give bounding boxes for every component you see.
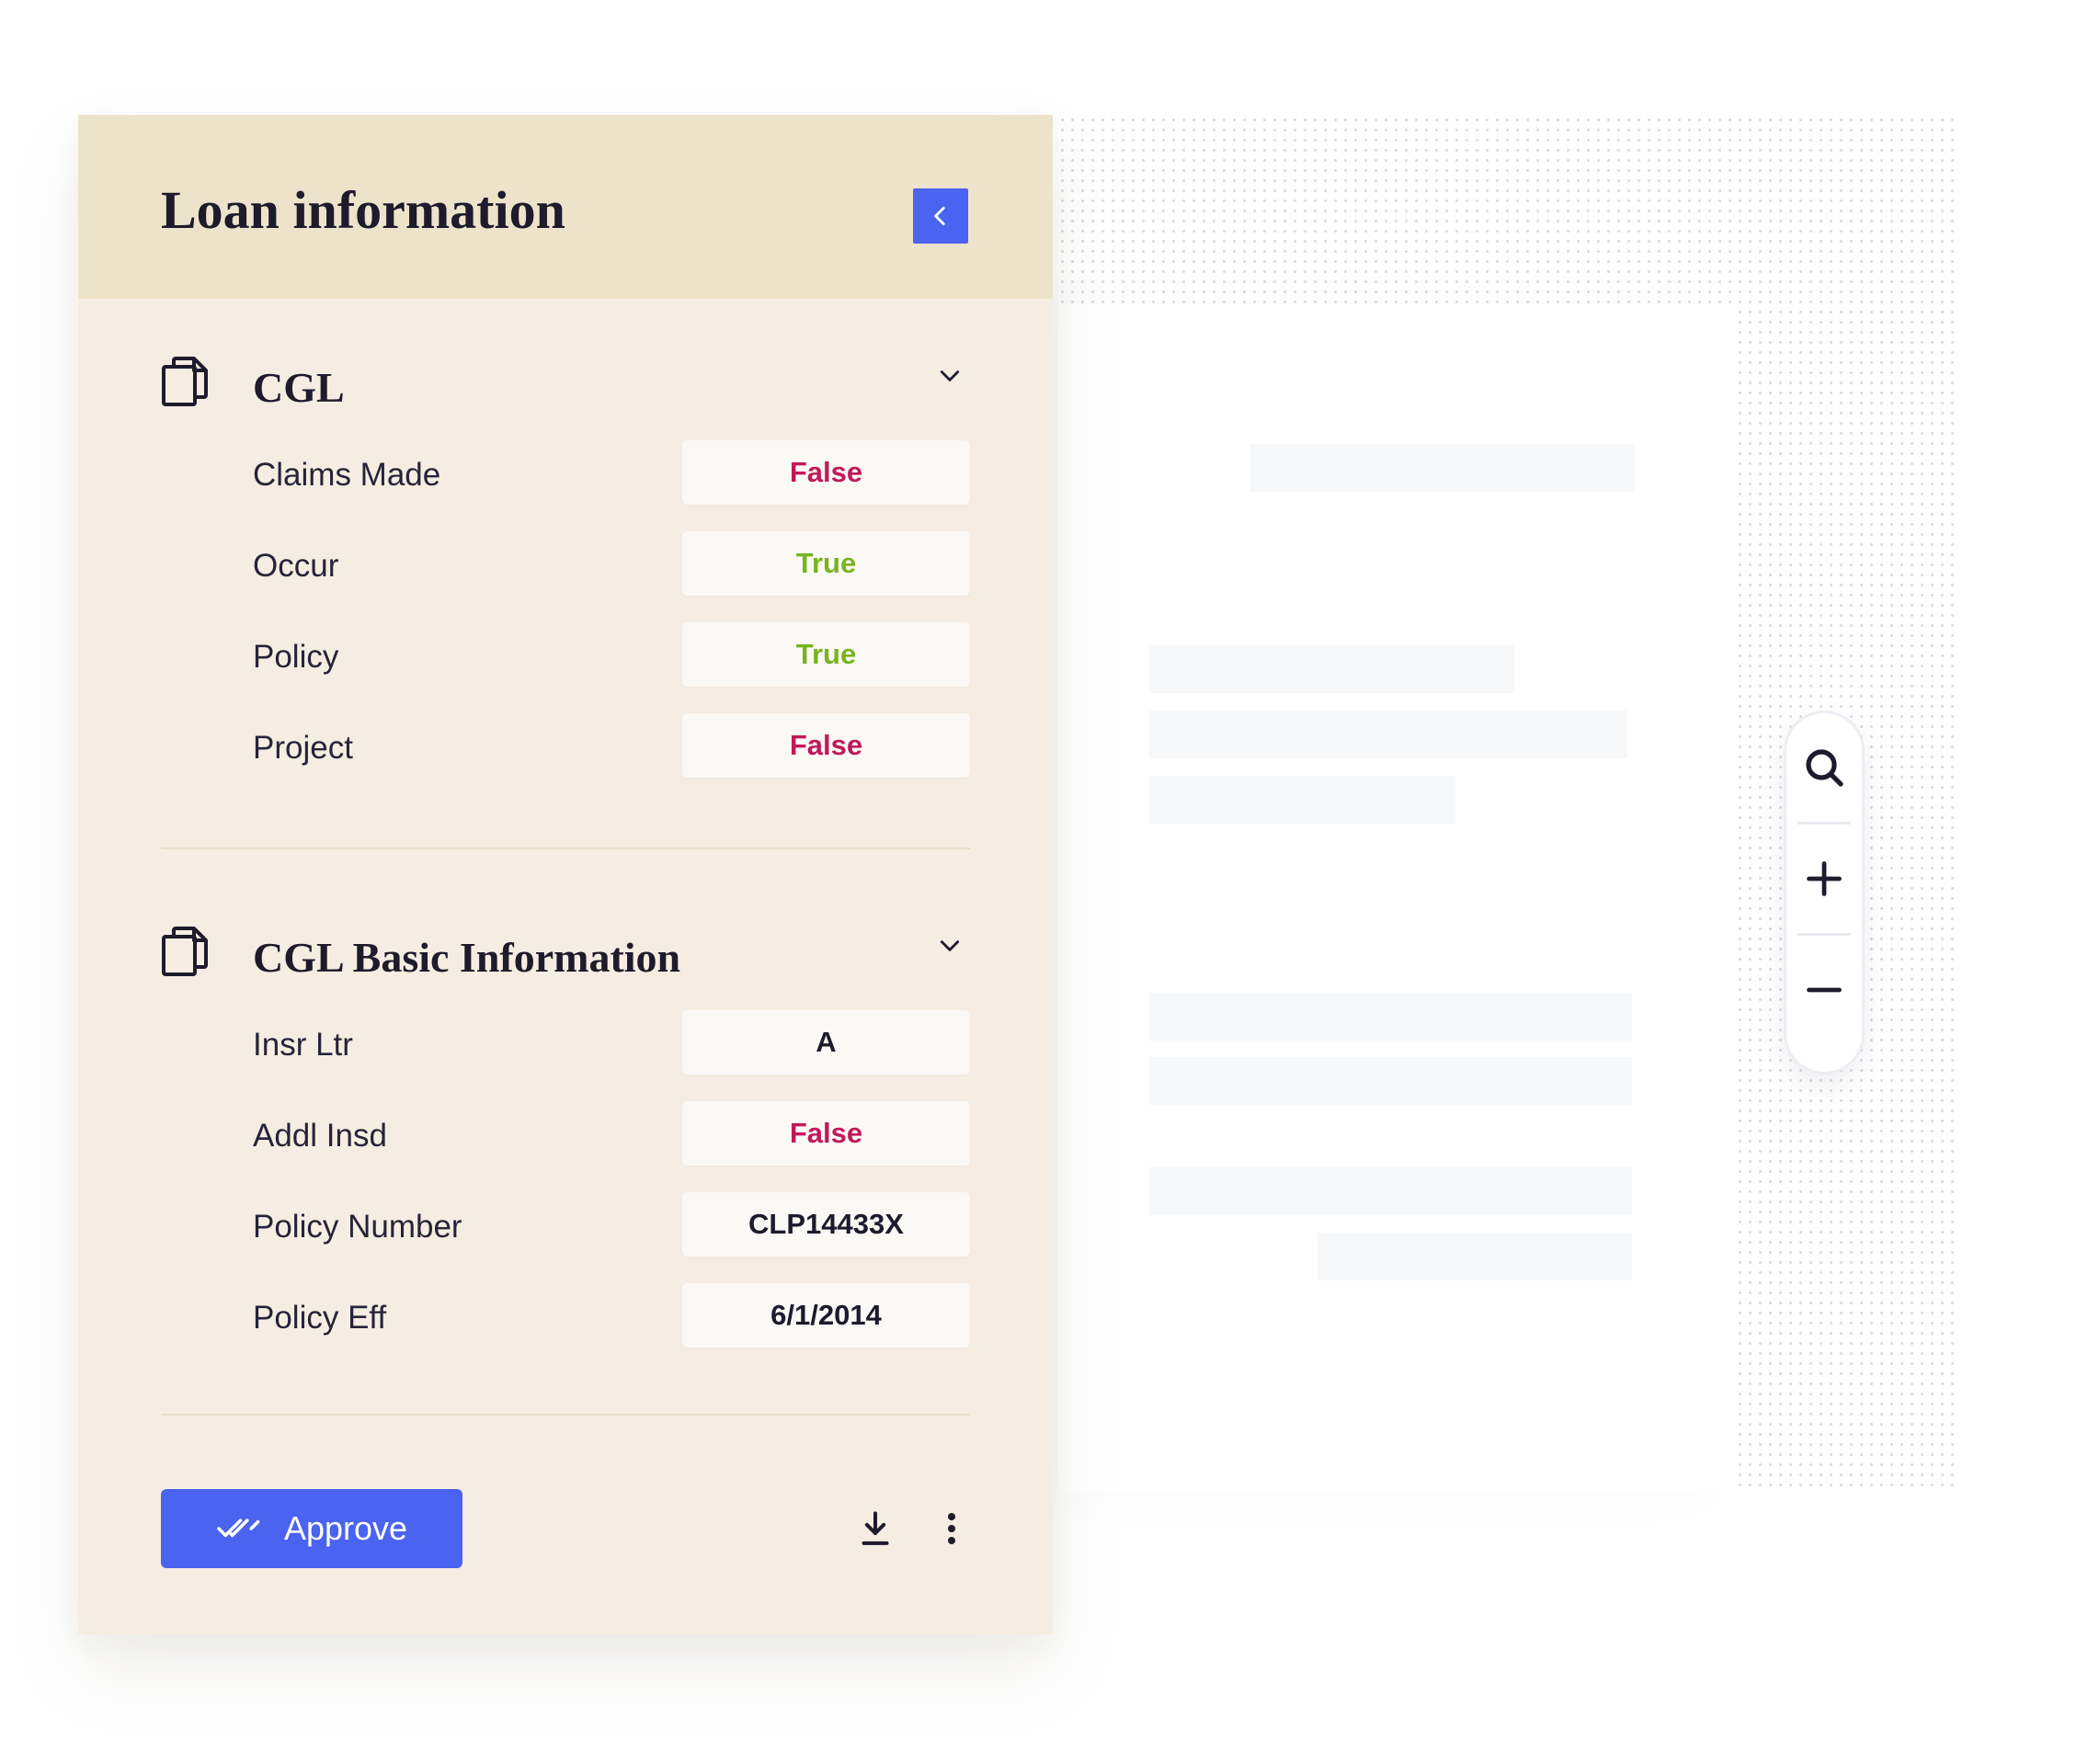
double-check-icon <box>217 1518 260 1538</box>
field-label: Occur <box>253 548 339 584</box>
section-toggle[interactable] <box>930 356 970 396</box>
panel-header: Loan information <box>78 115 1053 299</box>
section-header[interactable]: CGL Basic Information <box>161 926 970 990</box>
field-label: Policy Number <box>253 1209 462 1245</box>
section-cgl: CGL Claims Made False Occur True Policy … <box>161 356 970 793</box>
section-title: CGL <box>253 364 345 411</box>
field-row-claims-made: Claims Made False <box>161 429 970 520</box>
section-header[interactable]: CGL <box>161 356 970 420</box>
approve-label: Approve <box>283 1509 408 1547</box>
loan-information-panel: Loan information CGL Claims Made False O… <box>78 115 1053 1634</box>
document-page <box>1057 303 1738 1494</box>
plus-icon <box>1807 861 1842 896</box>
more-options-button[interactable] <box>924 1501 979 1556</box>
field-value[interactable]: 6/1/2014 <box>682 1283 970 1348</box>
document-placeholder-line <box>1149 993 1632 1041</box>
section-divider <box>161 1414 970 1416</box>
field-value[interactable]: True <box>682 531 970 596</box>
approve-button[interactable]: Approve <box>161 1489 462 1568</box>
download-button[interactable] <box>848 1501 903 1556</box>
field-value[interactable]: A <box>682 1010 970 1075</box>
field-row-addl-insd: Addl Insd False <box>161 1090 970 1181</box>
panel-title: Loan information <box>161 180 565 240</box>
document-placeholder-line <box>1149 1167 1632 1215</box>
field-label: Policy <box>253 639 339 675</box>
section-cgl-basic-information: CGL Basic Information Insr Ltr A Addl In… <box>161 926 970 1363</box>
field-label: Project <box>253 730 353 766</box>
field-value[interactable]: False <box>682 1101 970 1166</box>
chevron-down-icon <box>940 370 960 381</box>
minus-icon <box>1807 987 1842 993</box>
field-row-occur: Occur True <box>161 520 970 611</box>
document-placeholder-line <box>1149 776 1455 824</box>
field-value[interactable]: False <box>682 713 970 778</box>
field-row-policy-number: Policy Number CLP14433X <box>161 1181 970 1272</box>
field-label: Addl Insd <box>253 1118 387 1154</box>
field-value[interactable]: False <box>682 440 970 505</box>
field-row-policy: Policy True <box>161 611 970 702</box>
document-icon <box>162 357 208 406</box>
field-label: Insr Ltr <box>253 1027 353 1063</box>
download-icon <box>862 1511 889 1545</box>
document-placeholder-line <box>1149 645 1514 693</box>
document-placeholder-line <box>1250 444 1635 492</box>
field-row-policy-eff: Policy Eff 6/1/2014 <box>161 1272 970 1363</box>
field-label: Claims Made <box>253 457 441 493</box>
document-placeholder-line <box>1149 711 1627 758</box>
field-value[interactable]: CLP14433X <box>682 1192 970 1257</box>
section-title: CGL Basic Information <box>253 934 681 981</box>
more-vertical-icon <box>948 1513 955 1544</box>
chevron-left-icon <box>934 206 945 226</box>
zoom-out-button[interactable] <box>1786 936 1862 1044</box>
document-placeholder-line <box>1318 1233 1632 1280</box>
section-toggle[interactable] <box>930 926 970 966</box>
search-button[interactable] <box>1786 713 1862 822</box>
field-value[interactable]: True <box>682 622 970 687</box>
field-row-project: Project False <box>161 702 970 793</box>
section-divider <box>161 847 970 849</box>
field-row-insr-ltr: Insr Ltr A <box>161 999 970 1090</box>
zoom-control <box>1784 711 1865 1075</box>
document-placeholder-line <box>1149 1057 1632 1105</box>
field-label: Policy Eff <box>253 1300 387 1336</box>
chevron-down-icon <box>940 940 960 951</box>
zoom-in-button[interactable] <box>1786 825 1862 933</box>
collapse-panel-button[interactable] <box>913 188 968 244</box>
document-icon <box>162 927 208 976</box>
search-icon <box>1806 749 1843 787</box>
